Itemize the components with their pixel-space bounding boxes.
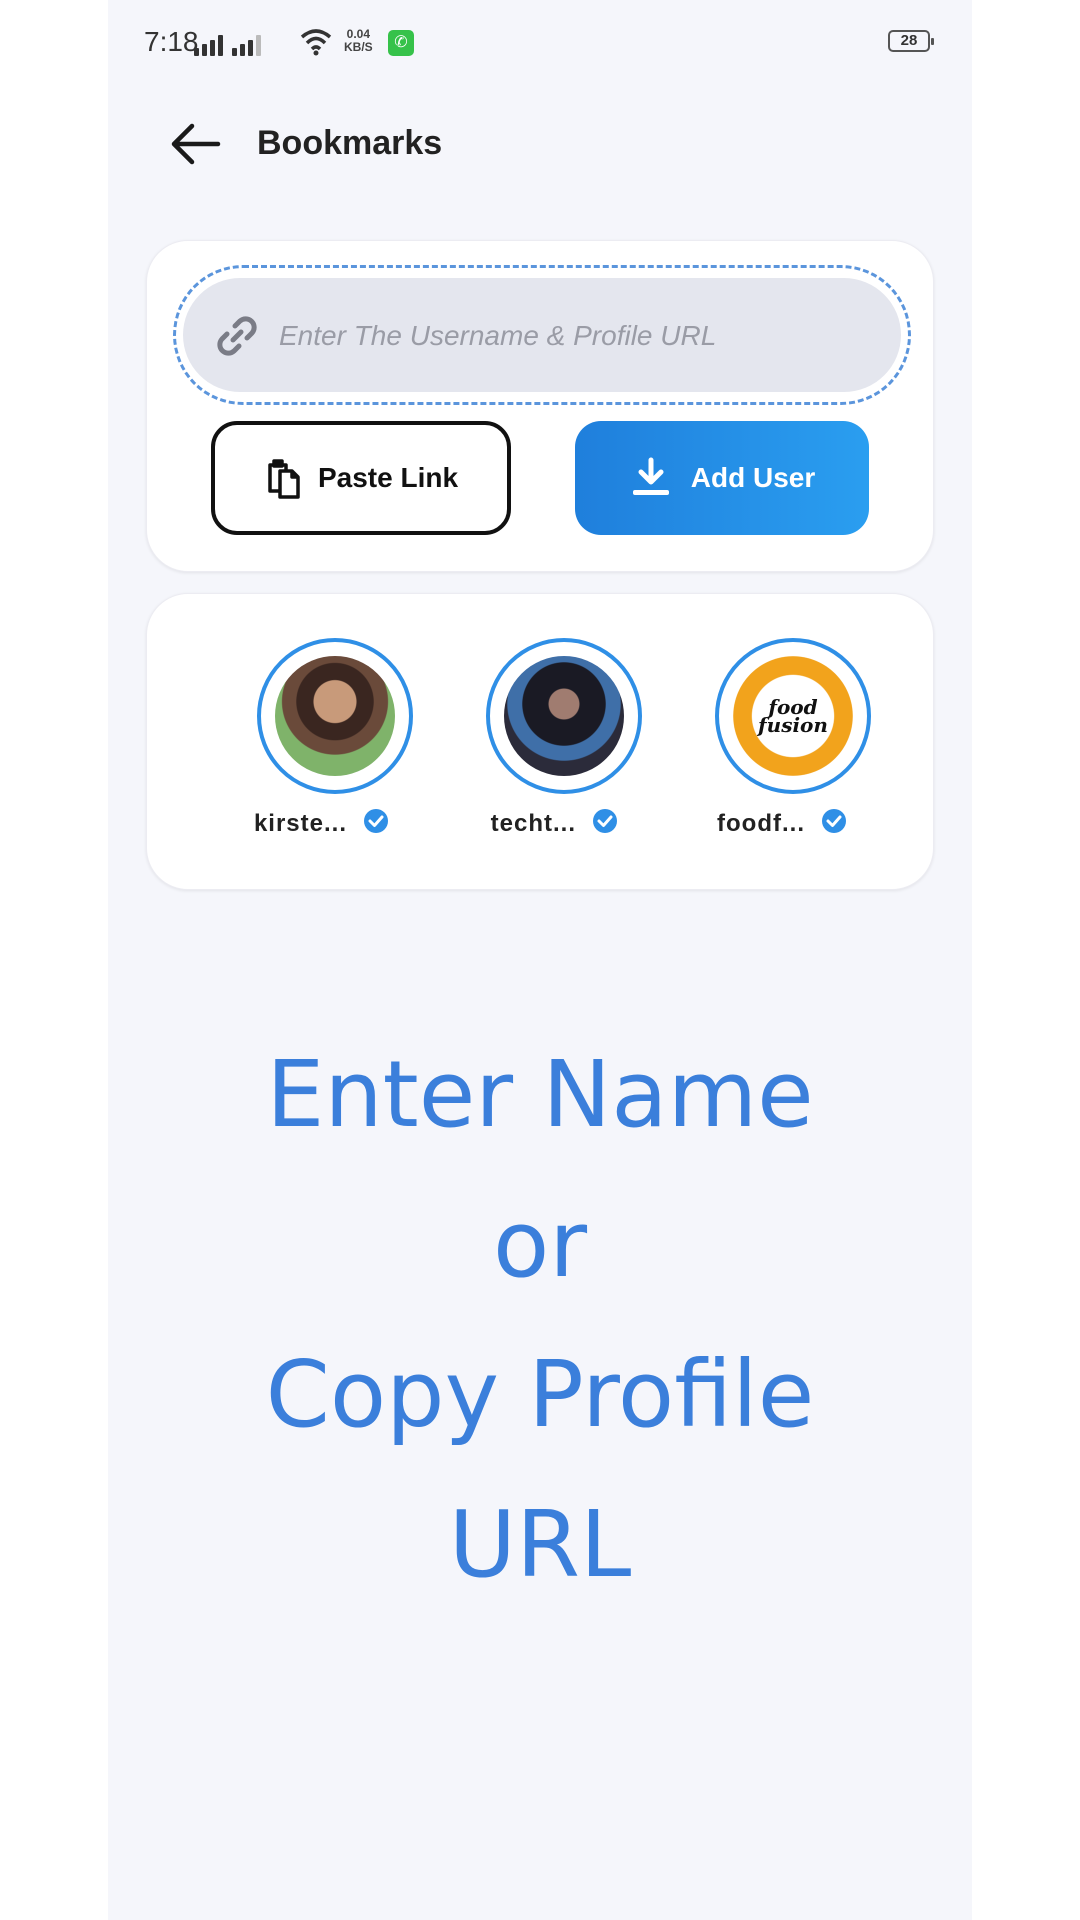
verified-badge-icon: [593, 809, 617, 833]
wifi-icon: [300, 29, 332, 56]
paste-link-button[interactable]: Paste Link: [211, 421, 511, 535]
signal-icon: [194, 34, 223, 56]
search-input-frame: [173, 265, 911, 405]
avatar: [275, 656, 395, 776]
bookmarked-user[interactable]: food fusion foodf...: [675, 638, 875, 858]
avatar: [504, 656, 624, 776]
download-icon: [632, 457, 669, 495]
status-time: 7:18: [144, 26, 199, 57]
app-screen: 7:18 0.04 KB/S ✆ 28 Bookmarks Enter The …: [108, 0, 972, 1920]
username: kirste...: [253, 810, 347, 837]
bookmarked-user[interactable]: kirste...: [217, 638, 417, 858]
back-arrow-icon[interactable]: [164, 118, 224, 170]
verified-badge-icon: [822, 809, 846, 833]
prompt-line: URL: [448, 1491, 632, 1598]
username: techt...: [490, 810, 576, 837]
page-title: Bookmarks: [257, 124, 443, 162]
avatar-ring[interactable]: food fusion: [715, 638, 871, 794]
signal-icon: [232, 34, 261, 56]
status-bar: 7:18 0.04 KB/S ✆ 28: [108, 0, 972, 86]
bookmarked-user[interactable]: techt...: [446, 638, 646, 858]
search-input[interactable]: [277, 308, 881, 364]
network-speed: 0.04 KB/S: [344, 28, 373, 54]
search-input-container[interactable]: [183, 278, 901, 392]
add-user-label: Add User: [690, 462, 816, 493]
prompt-line: or: [492, 1191, 588, 1298]
avatar-ring[interactable]: [486, 638, 642, 794]
network-speed-unit: KB/S: [344, 40, 373, 54]
verified-badge-icon: [364, 809, 388, 833]
whatsapp-icon: ✆: [388, 30, 414, 56]
add-user-button[interactable]: Add User: [575, 421, 869, 535]
add-user-card: Paste Link Add User: [146, 240, 934, 572]
empty-state-prompt: Enter Name or Copy Profile URL: [108, 1020, 972, 1620]
bookmarked-users-card: kirste... techt... food fusion foodf...: [146, 593, 934, 890]
paste-link-label: Paste Link: [317, 462, 459, 493]
food-fusion-logo: food fusion: [733, 697, 853, 737]
clipboard-icon: [268, 459, 300, 499]
logo-text: fusion: [758, 713, 828, 737]
avatar: food fusion: [733, 656, 853, 776]
prompt-line: Copy Profile: [265, 1341, 815, 1448]
username: foodf...: [717, 810, 805, 837]
link-icon: [217, 316, 257, 356]
prompt-line: Enter Name: [266, 1041, 814, 1148]
battery-indicator: 28: [888, 30, 934, 52]
avatar-ring[interactable]: [257, 638, 413, 794]
